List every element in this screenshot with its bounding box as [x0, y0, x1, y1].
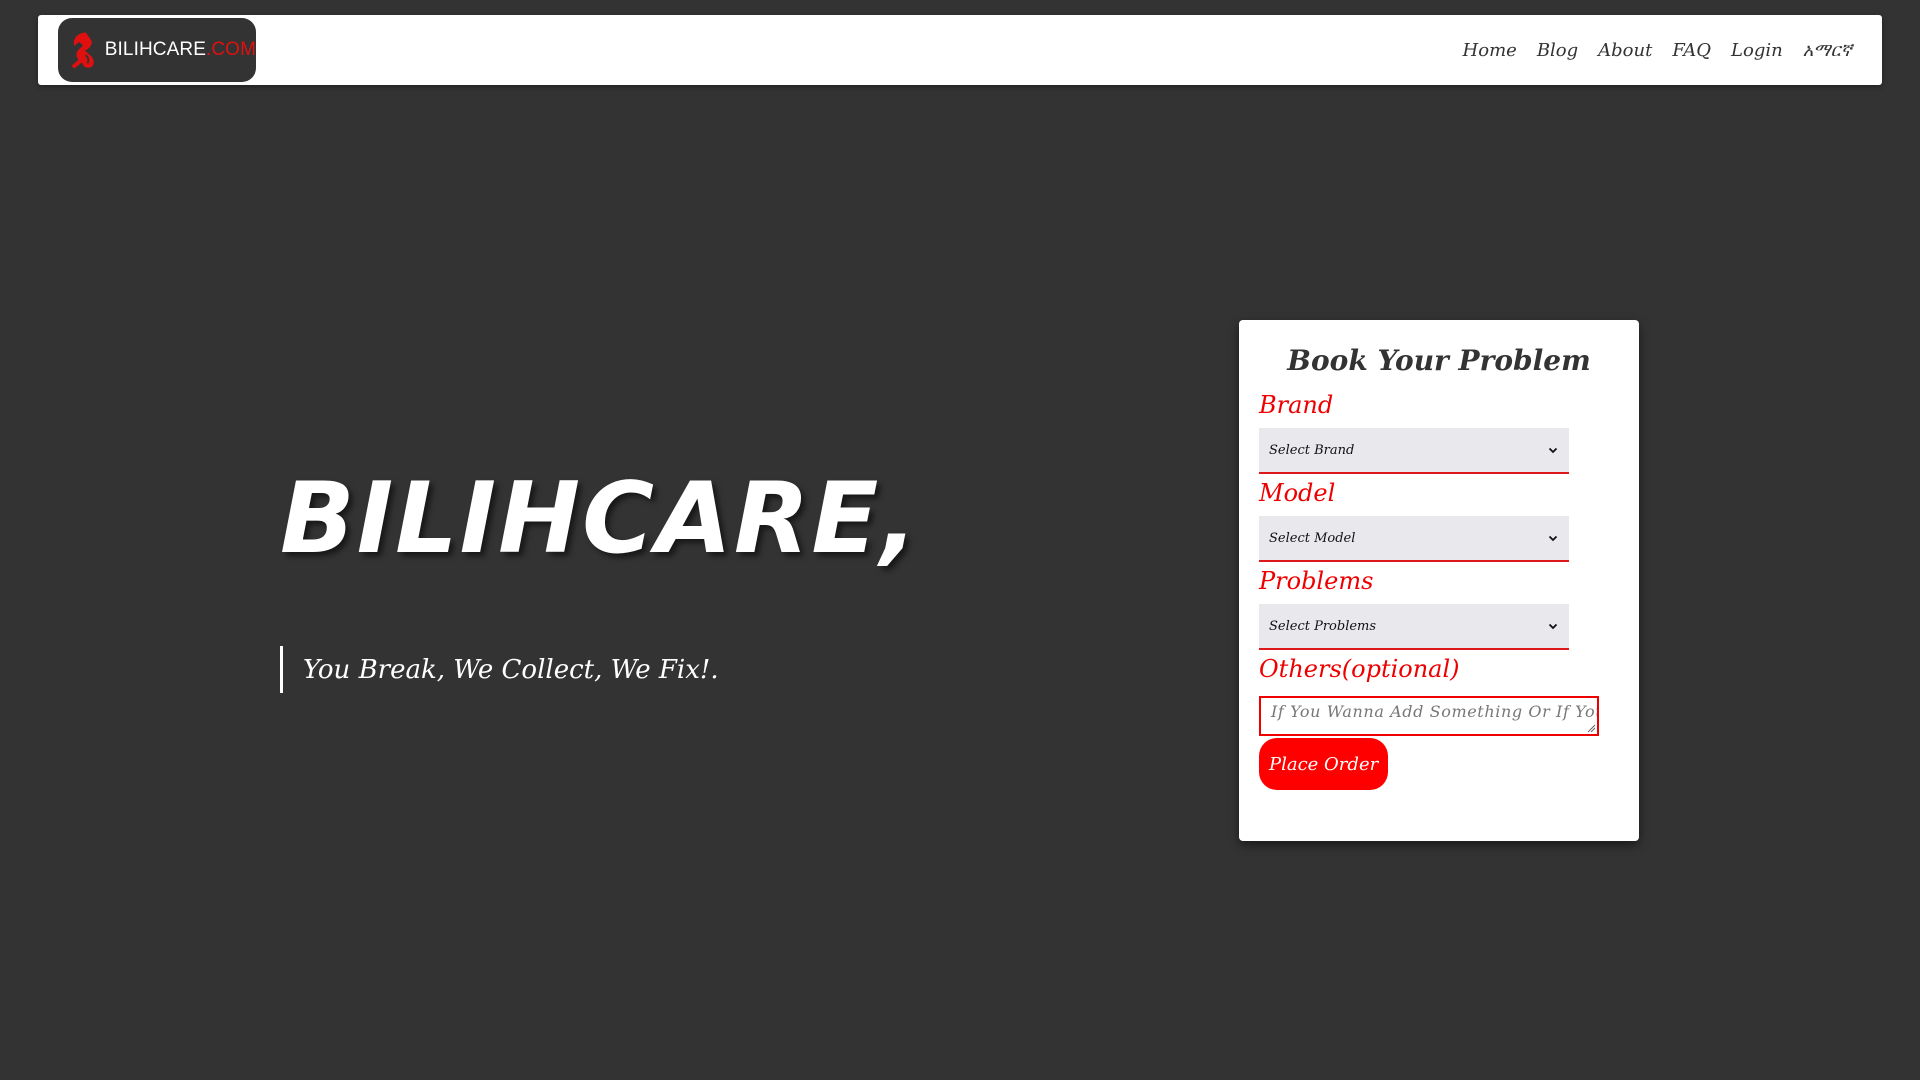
brand-suffix: .COM	[205, 39, 256, 60]
brand-logo-link[interactable]: BILIHCARE.COM	[58, 18, 256, 82]
hero-title: BILIHCARE,	[280, 462, 920, 576]
model-select[interactable]: Select Model	[1259, 516, 1569, 562]
brand-name: BILIHCARE	[104, 39, 206, 60]
chevron-down-icon	[1548, 623, 1558, 630]
model-label: Model	[1259, 479, 1336, 507]
chevron-down-icon	[1548, 535, 1558, 542]
booking-form-title: Book Your Problem	[1287, 344, 1591, 377]
brand-wordmark: BILIHCARE.COM	[105, 39, 256, 61]
booking-form-card: Book Your Problem Brand Select Brand Mod…	[1239, 320, 1639, 841]
others-label: Others(optional)	[1259, 655, 1460, 683]
others-textarea-placeholder: If You Wanna Add Something Or If Your	[1271, 702, 1599, 721]
place-order-button[interactable]: Place Order	[1259, 738, 1389, 790]
problems-select[interactable]: Select Problems	[1259, 604, 1569, 650]
nav-menu: Home Blog About FAQ Login አማርኛ	[1463, 15, 1852, 85]
top-navbar: BILIHCARE.COM Home Blog About FAQ Login …	[38, 15, 1882, 85]
chevron-down-icon	[1548, 447, 1558, 454]
problems-label: Problems	[1259, 567, 1374, 595]
nav-link-language-amharic[interactable]: አማርኛ	[1803, 40, 1852, 61]
brand-select-value: Select Brand	[1269, 442, 1355, 458]
wrench-logo-icon	[71, 32, 94, 69]
nav-link-blog[interactable]: Blog	[1537, 40, 1578, 61]
nav-link-home[interactable]: Home	[1463, 40, 1517, 61]
hero-tagline-text: You Break, We Collect, We Fix!.	[303, 654, 719, 685]
brand-label: Brand	[1259, 391, 1334, 419]
others-textarea[interactable]: If You Wanna Add Something Or If Your	[1259, 696, 1599, 736]
problems-select-value: Select Problems	[1269, 618, 1377, 634]
model-select-value: Select Model	[1269, 530, 1356, 546]
nav-link-faq[interactable]: FAQ	[1672, 40, 1711, 61]
nav-link-about[interactable]: About	[1598, 40, 1652, 61]
resize-grip-icon[interactable]	[1586, 723, 1596, 733]
hero-tagline: You Break, We Collect, We Fix!.	[280, 646, 719, 693]
brand-select[interactable]: Select Brand	[1259, 428, 1569, 474]
nav-link-login[interactable]: Login	[1731, 40, 1783, 61]
